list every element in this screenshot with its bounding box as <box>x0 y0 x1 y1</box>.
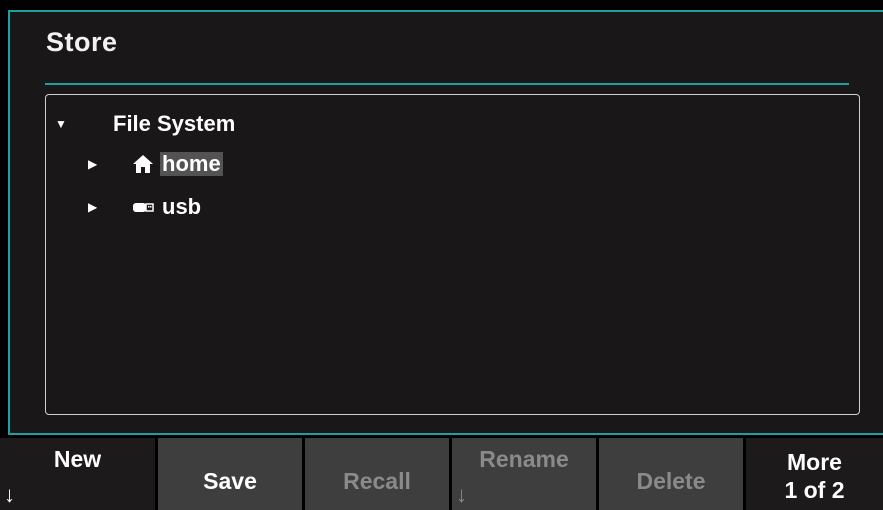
softkey-label: Save <box>203 468 257 494</box>
delete-button[interactable]: Delete <box>599 438 743 510</box>
expand-right-icon[interactable]: ▶ <box>88 157 102 171</box>
title-divider <box>45 83 849 85</box>
dialog-title: Store <box>46 27 118 57</box>
rename-button[interactable]: Rename ↓ <box>452 438 596 510</box>
tree-node-usb[interactable]: ▶ usb <box>88 195 203 219</box>
more-button[interactable]: More 1 of 2 <box>746 438 883 510</box>
tree-node-home[interactable]: ▶ home <box>88 152 223 176</box>
softkey-label: More <box>787 449 842 475</box>
file-tree[interactable] <box>45 94 860 415</box>
store-screen: Store ▼ File System ▶ home ▶ usb New ↓ S… <box>0 0 883 510</box>
softkey-label: Recall <box>343 468 411 494</box>
tree-node-label: File System <box>113 111 236 136</box>
tree-node-label: home <box>160 151 223 176</box>
new-button[interactable]: New ↓ <box>0 438 155 510</box>
softkey-label: Rename <box>479 446 569 472</box>
home-icon <box>132 154 154 174</box>
expand-right-icon[interactable]: ▶ <box>88 200 102 214</box>
tree-node-file-system[interactable]: ▼ File System <box>55 112 237 136</box>
expand-down-icon[interactable]: ▼ <box>55 117 69 131</box>
softkey-label: Delete <box>636 468 706 494</box>
submenu-arrow-icon: ↓ <box>4 482 15 507</box>
recall-button[interactable]: Recall <box>305 438 449 510</box>
tree-node-label: usb <box>162 194 202 219</box>
softkey-bar: New ↓ Save Recall Rename ↓ Delete More 1… <box>0 438 883 510</box>
save-button[interactable]: Save <box>158 438 302 510</box>
page-indicator: 1 of 2 <box>784 477 845 503</box>
softkey-label: New <box>53 446 102 472</box>
submenu-arrow-icon: ↓ <box>456 482 467 507</box>
usb-drive-icon <box>132 197 154 217</box>
